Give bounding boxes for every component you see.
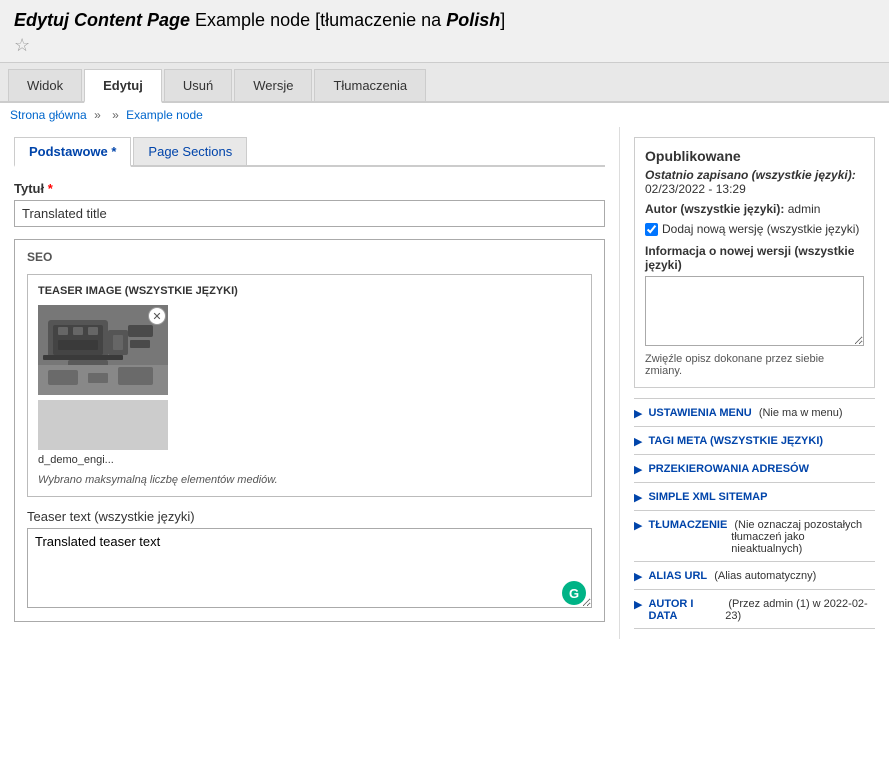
version-info-label: Informacja o nowej wersji (wszystkie jęz… bbox=[645, 244, 864, 272]
accordion-alias[interactable]: ▶ ALIAS URL (Alias automatyczny) bbox=[634, 561, 875, 589]
image-empty-area bbox=[38, 400, 168, 450]
accordion-title-ustawienia: USTAWIENIA MENU bbox=[648, 407, 751, 419]
right-panel: Opublikowane Ostatnio zapisano (wszystki… bbox=[619, 127, 889, 639]
tab-tlumaczenia[interactable]: Tłumaczenia bbox=[314, 69, 426, 101]
left-panel: Podstawowe * Page Sections Tytuł * SEO T… bbox=[0, 127, 619, 639]
version-hint: Zwięźle opisz dokonane przez siebie zmia… bbox=[645, 353, 864, 377]
accordion-autor[interactable]: ▶ AUTOR I DATA (Przez admin (1) w 2022-0… bbox=[634, 589, 875, 629]
accordion-title-sitemap: SIMPLE XML SITEMAP bbox=[648, 491, 767, 503]
image-close-button[interactable]: ✕ bbox=[148, 307, 166, 325]
title-input[interactable] bbox=[14, 200, 605, 227]
breadcrumb: Strona główna » » Example node bbox=[0, 103, 889, 127]
teaser-text-label: Teaser text (wszystkie języki) bbox=[27, 509, 592, 524]
tab-edytuj[interactable]: Edytuj bbox=[84, 69, 162, 103]
page-header: Edytuj Content Page Example node [tłumac… bbox=[0, 0, 889, 63]
tab-widok[interactable]: Widok bbox=[8, 69, 82, 101]
breadcrumb-home[interactable]: Strona główna bbox=[10, 108, 87, 122]
accordion-sitemap[interactable]: ▶ SIMPLE XML SITEMAP bbox=[634, 482, 875, 510]
accordion-arrow-autor: ▶ bbox=[634, 598, 642, 611]
accordion-arrow-tagi: ▶ bbox=[634, 435, 642, 448]
tab-wersje[interactable]: Wersje bbox=[234, 69, 312, 101]
published-title: Opublikowane bbox=[645, 148, 864, 164]
author-value: admin bbox=[788, 202, 821, 216]
accordion-arrow-alias: ▶ bbox=[634, 570, 642, 583]
media-max-message: Wybrano maksymalną liczbę elementów medi… bbox=[38, 474, 581, 486]
accordion-arrow-przekierowania: ▶ bbox=[634, 463, 642, 476]
accordion-title-alias: ALIAS URL bbox=[648, 570, 707, 582]
tab-usun[interactable]: Usuń bbox=[164, 69, 232, 101]
accordion-subtitle-ustawienia: (Nie ma w menu) bbox=[756, 407, 843, 419]
grammarly-icon[interactable]: G bbox=[562, 581, 586, 605]
teaser-text-input[interactable]: Translated teaser text bbox=[27, 528, 592, 608]
breadcrumb-node[interactable]: Example node bbox=[126, 108, 203, 122]
seo-box: SEO TEASER IMAGE (WSZYSTKIE JĘZYKI) ✕ bbox=[14, 239, 605, 622]
tab-bar: Widok Edytuj Usuń Wersje Tłumaczenia bbox=[0, 63, 889, 103]
published-box: Opublikowane Ostatnio zapisano (wszystki… bbox=[634, 137, 875, 388]
main-layout: Podstawowe * Page Sections Tytuł * SEO T… bbox=[0, 127, 889, 659]
accordion-arrow-ustawienia: ▶ bbox=[634, 407, 642, 420]
add-version-checkbox[interactable] bbox=[645, 223, 658, 236]
image-widget: ✕ bbox=[38, 305, 168, 466]
sub-tabs: Podstawowe * Page Sections bbox=[14, 137, 605, 167]
image-filename: d_demo_engi... bbox=[38, 454, 168, 466]
accordion-przekierowania[interactable]: ▶ PRZEKIEROWANIA ADRESÓW bbox=[634, 454, 875, 482]
title-label: Tytuł * bbox=[14, 181, 605, 196]
teaser-text-wrap: Translated teaser text G bbox=[27, 528, 592, 611]
accordion-title-autor: AUTOR I DATA bbox=[648, 598, 721, 622]
breadcrumb-sep1: » bbox=[94, 108, 101, 122]
tab-podstawowe[interactable]: Podstawowe * bbox=[14, 137, 131, 167]
add-version-row: Dodaj nową wersję (wszystkie języki) bbox=[645, 222, 864, 236]
accordion-title-tagi: TAGI META (WSZYSTKIE JĘZYKI) bbox=[648, 435, 823, 447]
accordion-tlumaczenie[interactable]: ▶ TŁUMACZENIE (Nie oznaczaj pozostałych … bbox=[634, 510, 875, 561]
star-icon[interactable]: ☆ bbox=[14, 35, 30, 56]
seo-label: SEO bbox=[27, 250, 592, 264]
accordion-title-tlumaczenie: TŁUMACZENIE bbox=[648, 519, 727, 531]
breadcrumb-sep2: » bbox=[112, 108, 119, 122]
accordion-arrow-sitemap: ▶ bbox=[634, 491, 642, 504]
accordion-title-przekierowania: PRZEKIEROWANIA ADRESÓW bbox=[648, 463, 809, 475]
version-info-textarea[interactable] bbox=[645, 276, 864, 346]
teaser-image-title: TEASER IMAGE (WSZYSTKIE JĘZYKI) bbox=[38, 285, 581, 297]
teaser-image-section: TEASER IMAGE (WSZYSTKIE JĘZYKI) ✕ bbox=[27, 274, 592, 497]
accordion-tagi[interactable]: ▶ TAGI META (WSZYSTKIE JĘZYKI) bbox=[634, 426, 875, 454]
accordion: ▶ USTAWIENIA MENU (Nie ma w menu) ▶ TAGI… bbox=[634, 398, 875, 629]
accordion-ustawienia[interactable]: ▶ USTAWIENIA MENU (Nie ma w menu) bbox=[634, 398, 875, 426]
accordion-subtitle-alias: (Alias automatyczny) bbox=[711, 570, 816, 582]
add-version-label: Dodaj nową wersję (wszystkie języki) bbox=[662, 222, 859, 236]
last-saved-label: Ostatnio zapisano (wszystkie języki): bbox=[645, 168, 864, 182]
accordion-arrow-tlumaczenie: ▶ bbox=[634, 519, 642, 532]
author-row: Autor (wszystkie języki): admin bbox=[645, 202, 864, 216]
page-title: Edytuj Content Page Example node [tłumac… bbox=[14, 10, 875, 31]
title-required: * bbox=[48, 181, 53, 196]
accordion-subtitle-autor: (Przez admin (1) w 2022-02-23) bbox=[725, 598, 875, 622]
last-saved-date: 02/23/2022 - 13:29 bbox=[645, 182, 864, 196]
tab-page-sections[interactable]: Page Sections bbox=[133, 137, 247, 165]
accordion-subtitle-tlumaczenie: (Nie oznaczaj pozostałych tłumaczeń jako… bbox=[731, 519, 875, 555]
author-label: Autor (wszystkie języki): bbox=[645, 202, 784, 216]
